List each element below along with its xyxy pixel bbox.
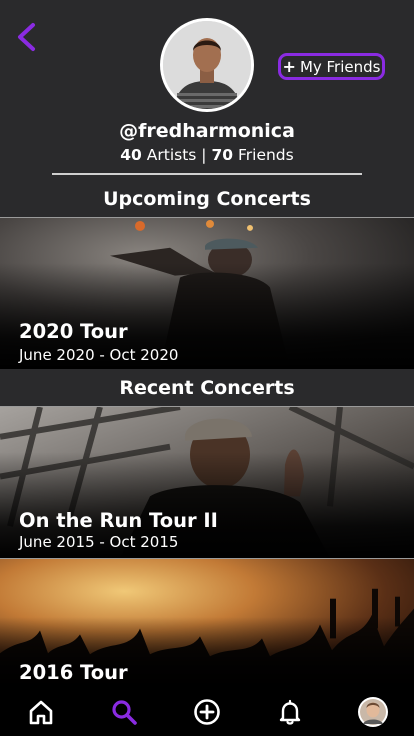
concert-title: 2016 Tour	[19, 661, 128, 684]
profile-stats: 40 Artists | 70 Friends	[0, 146, 414, 164]
friends-label: Friends	[237, 146, 294, 164]
concert-title: On the Run Tour II	[19, 509, 218, 532]
stats-separator: |	[201, 146, 207, 164]
tab-notifications[interactable]	[270, 692, 310, 732]
my-friends-label: My Friends	[299, 57, 381, 76]
avatar-photo	[163, 21, 251, 109]
upcoming-concerts-heading: Upcoming Concerts	[103, 188, 311, 210]
artists-label: Artists	[146, 146, 197, 164]
tab-profile[interactable]	[353, 692, 393, 732]
concert-dates: June 2020 - Oct 2020	[19, 346, 179, 364]
tab-add[interactable]	[187, 692, 227, 732]
divider	[52, 173, 362, 175]
back-button[interactable]	[14, 22, 42, 52]
bell-icon	[279, 699, 300, 725]
profile-avatar-icon	[357, 697, 388, 727]
concert-card-upcoming[interactable]: 2020 Tour June 2020 - Oct 2020	[0, 217, 414, 369]
add-icon	[194, 699, 220, 725]
username: @fredharmonica	[119, 120, 295, 142]
plus-icon: +	[282, 57, 296, 76]
concert-card-recent[interactable]: 2016 Tour	[0, 558, 414, 688]
profile-avatar	[160, 18, 254, 112]
my-friends-button[interactable]: + My Friends	[278, 53, 385, 80]
search-icon	[112, 700, 137, 725]
home-icon	[30, 700, 53, 725]
concert-dates: June 2015 - Oct 2015	[19, 533, 179, 551]
recent-concerts-heading: Recent Concerts	[119, 377, 295, 399]
concert-title: 2020 Tour	[19, 320, 128, 343]
friends-count: 70	[211, 146, 234, 164]
tab-search[interactable]	[104, 692, 144, 732]
tab-home[interactable]	[21, 692, 61, 732]
tab-bar	[0, 688, 414, 736]
concert-card-recent[interactable]: On the Run Tour II June 2015 - Oct 2015	[0, 406, 414, 558]
artists-count: 40	[120, 146, 142, 164]
chevron-left-icon	[18, 23, 35, 51]
